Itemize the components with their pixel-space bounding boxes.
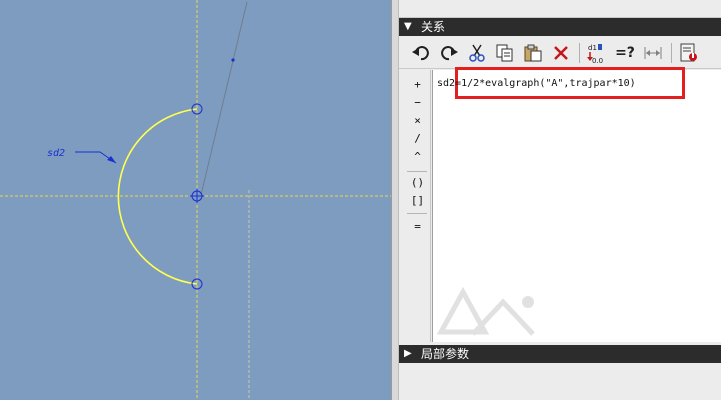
relations-editor[interactable]: sd2=1/2*evalgraph("A",trajpar*10): [432, 67, 721, 342]
panel-splitter[interactable]: [391, 0, 399, 400]
evaluate-button[interactable]: =?: [613, 41, 637, 65]
scissors-icon[interactable]: [465, 41, 489, 65]
operator-divide[interactable]: /: [404, 130, 431, 148]
operator-brackets[interactable]: []: [404, 192, 431, 210]
svg-text:d1: d1: [588, 44, 597, 52]
undo-icon[interactable]: [409, 41, 433, 65]
trajectory-point: [231, 58, 235, 62]
redo-icon[interactable]: [437, 41, 461, 65]
relations-toolbar: d1 0.0 =?: [399, 37, 721, 106]
dimension-label: sd2: [47, 148, 65, 159]
svg-text:0.0: 0.0: [592, 57, 603, 64]
paste-icon[interactable]: [521, 41, 545, 65]
trajectory-line: [200, 1, 248, 196]
dimension-width-icon[interactable]: [641, 41, 665, 65]
sort-units-icon[interactable]: d1 0.0: [585, 41, 609, 65]
operator-multiply[interactable]: ×: [404, 112, 431, 130]
operator-plus[interactable]: +: [404, 76, 431, 94]
local-params-section-header[interactable]: ▶ 局部参数: [399, 345, 721, 363]
operator-parentheses[interactable]: (): [404, 174, 431, 192]
operator-bar: + − × / ^ () [] =: [404, 70, 431, 342]
toolbar-separator: [671, 43, 672, 63]
operator-divider: [407, 213, 427, 214]
graphics-canvas[interactable]: sd2: [0, 0, 391, 400]
verify-relations-icon[interactable]: [677, 41, 701, 65]
chevron-down-icon: ▼: [404, 21, 412, 32]
relations-panel: ▼ 关系 d1 0.0 =? + − × / ^ () [] = sd2=1/2…: [399, 0, 721, 400]
sketch-drawing: sd2: [0, 0, 391, 400]
delete-icon[interactable]: [549, 41, 573, 65]
panel-top-strip: [399, 0, 721, 18]
copy-icon[interactable]: [493, 41, 517, 65]
relations-title: 关系: [421, 20, 446, 34]
relations-section-header[interactable]: ▼ 关系: [399, 18, 721, 36]
watermark-logo: [436, 286, 535, 336]
chevron-right-icon: ▶: [404, 348, 412, 359]
operator-power[interactable]: ^: [404, 148, 431, 166]
operator-divider: [407, 171, 427, 172]
relation-line[interactable]: sd2=1/2*evalgraph("A",trajpar*10): [437, 78, 636, 89]
operator-equals[interactable]: =: [404, 218, 431, 236]
toolbar-separator: [579, 43, 580, 63]
local-params-title: 局部参数: [421, 347, 470, 361]
leader-arrow: [107, 156, 116, 163]
operator-minus[interactable]: −: [404, 94, 431, 112]
